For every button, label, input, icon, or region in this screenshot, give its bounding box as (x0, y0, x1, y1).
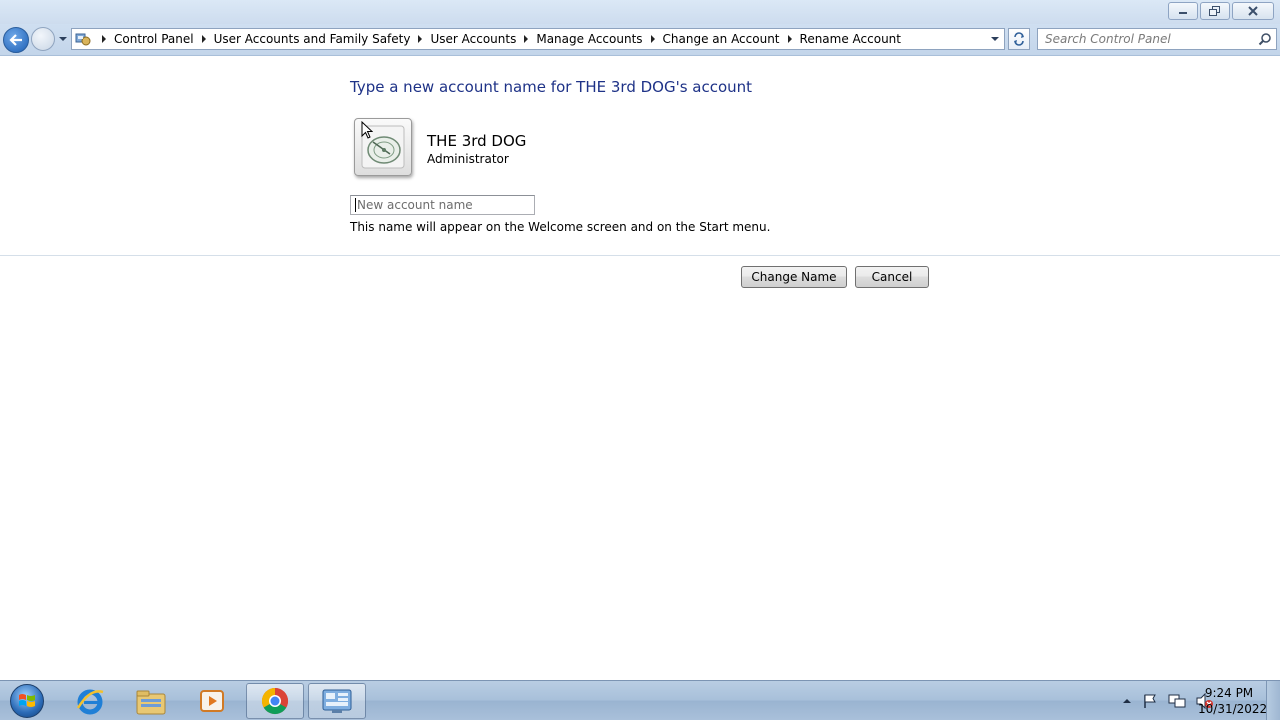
divider (0, 255, 1280, 256)
change-name-button[interactable]: Change Name (741, 266, 847, 288)
breadcrumb-item[interactable]: Manage Accounts (536, 32, 642, 46)
address-bar[interactable]: Control Panel User Accounts and Family S… (71, 28, 1005, 50)
minimize-button[interactable] (1168, 2, 1198, 20)
refresh-icon (1014, 32, 1024, 46)
forward-button[interactable] (31, 27, 55, 51)
network-icon[interactable] (1168, 693, 1186, 709)
taskbar-internet-explorer[interactable] (61, 683, 119, 719)
main-content: Type a new account name for THE 3rd DOG'… (0, 57, 1280, 680)
chevron-right-icon[interactable] (516, 35, 536, 43)
system-clock[interactable]: 9:24 PM 10/31/2022 (1198, 685, 1268, 717)
breadcrumb-item[interactable]: User Accounts (430, 32, 516, 46)
breadcrumb-item[interactable]: Rename Account (800, 32, 901, 46)
back-arrow-icon (9, 34, 22, 46)
new-account-name-input[interactable] (350, 195, 535, 215)
internet-explorer-icon (76, 689, 104, 715)
text-caret (355, 198, 356, 212)
chevron-right-icon[interactable] (643, 35, 663, 43)
chevron-right-icon[interactable] (780, 35, 800, 43)
action-center-flag-icon[interactable] (1142, 693, 1158, 709)
search-icon[interactable] (1258, 32, 1272, 46)
control-panel-icon (72, 29, 94, 49)
close-button[interactable] (1232, 2, 1274, 20)
clock-date: 10/31/2022 (1198, 702, 1268, 716)
restore-icon (1209, 6, 1220, 16)
page-title: Type a new account name for THE 3rd DOG'… (350, 78, 753, 96)
navigation-bar: Control Panel User Accounts and Family S… (0, 24, 1280, 56)
start-button[interactable] (4, 682, 50, 720)
control-panel-icon (322, 689, 352, 713)
breadcrumb: Control Panel User Accounts and Family S… (94, 32, 901, 46)
windows-logo-icon (10, 684, 44, 718)
breadcrumb-item[interactable]: Change an Account (663, 32, 780, 46)
breadcrumb-item[interactable]: Control Panel (114, 32, 194, 46)
cancel-button[interactable]: Cancel (855, 266, 929, 288)
taskbar-control-panel[interactable] (308, 683, 366, 719)
chevron-right-icon[interactable] (94, 35, 114, 43)
mouse-pointer-icon (361, 121, 373, 139)
chrome-icon (261, 687, 289, 715)
search-input[interactable] (1038, 30, 1248, 48)
chevron-right-icon[interactable] (410, 35, 430, 43)
clock-time: 9:24 PM (1204, 686, 1254, 700)
taskbar-chrome[interactable] (246, 683, 304, 719)
taskbar: 9:24 PM 10/31/2022 (0, 680, 1280, 720)
taskbar-windows-explorer[interactable] (122, 683, 180, 719)
close-icon (1248, 6, 1258, 16)
back-button[interactable] (3, 27, 29, 53)
address-dropdown-icon[interactable] (990, 35, 1000, 43)
taskbar-media-player[interactable] (183, 683, 241, 719)
account-role: Administrator (427, 152, 509, 166)
chevron-right-icon[interactable] (194, 35, 214, 43)
caption-buttons (1168, 2, 1274, 20)
search-box (1037, 28, 1277, 50)
minimize-icon (1179, 12, 1187, 14)
account-name: THE 3rd DOG (427, 132, 527, 150)
media-player-icon (200, 690, 224, 712)
show-desktop-button[interactable] (1266, 681, 1280, 720)
breadcrumb-item[interactable]: User Accounts and Family Safety (214, 32, 411, 46)
windows-explorer-icon (136, 690, 166, 715)
refresh-button[interactable] (1008, 28, 1030, 50)
restore-button[interactable] (1200, 2, 1230, 20)
show-hidden-icons-icon[interactable] (1122, 697, 1132, 705)
title-bar (0, 0, 1280, 24)
hint-text: This name will appear on the Welcome scr… (350, 220, 771, 234)
recent-pages-dropdown-icon[interactable] (58, 34, 68, 44)
